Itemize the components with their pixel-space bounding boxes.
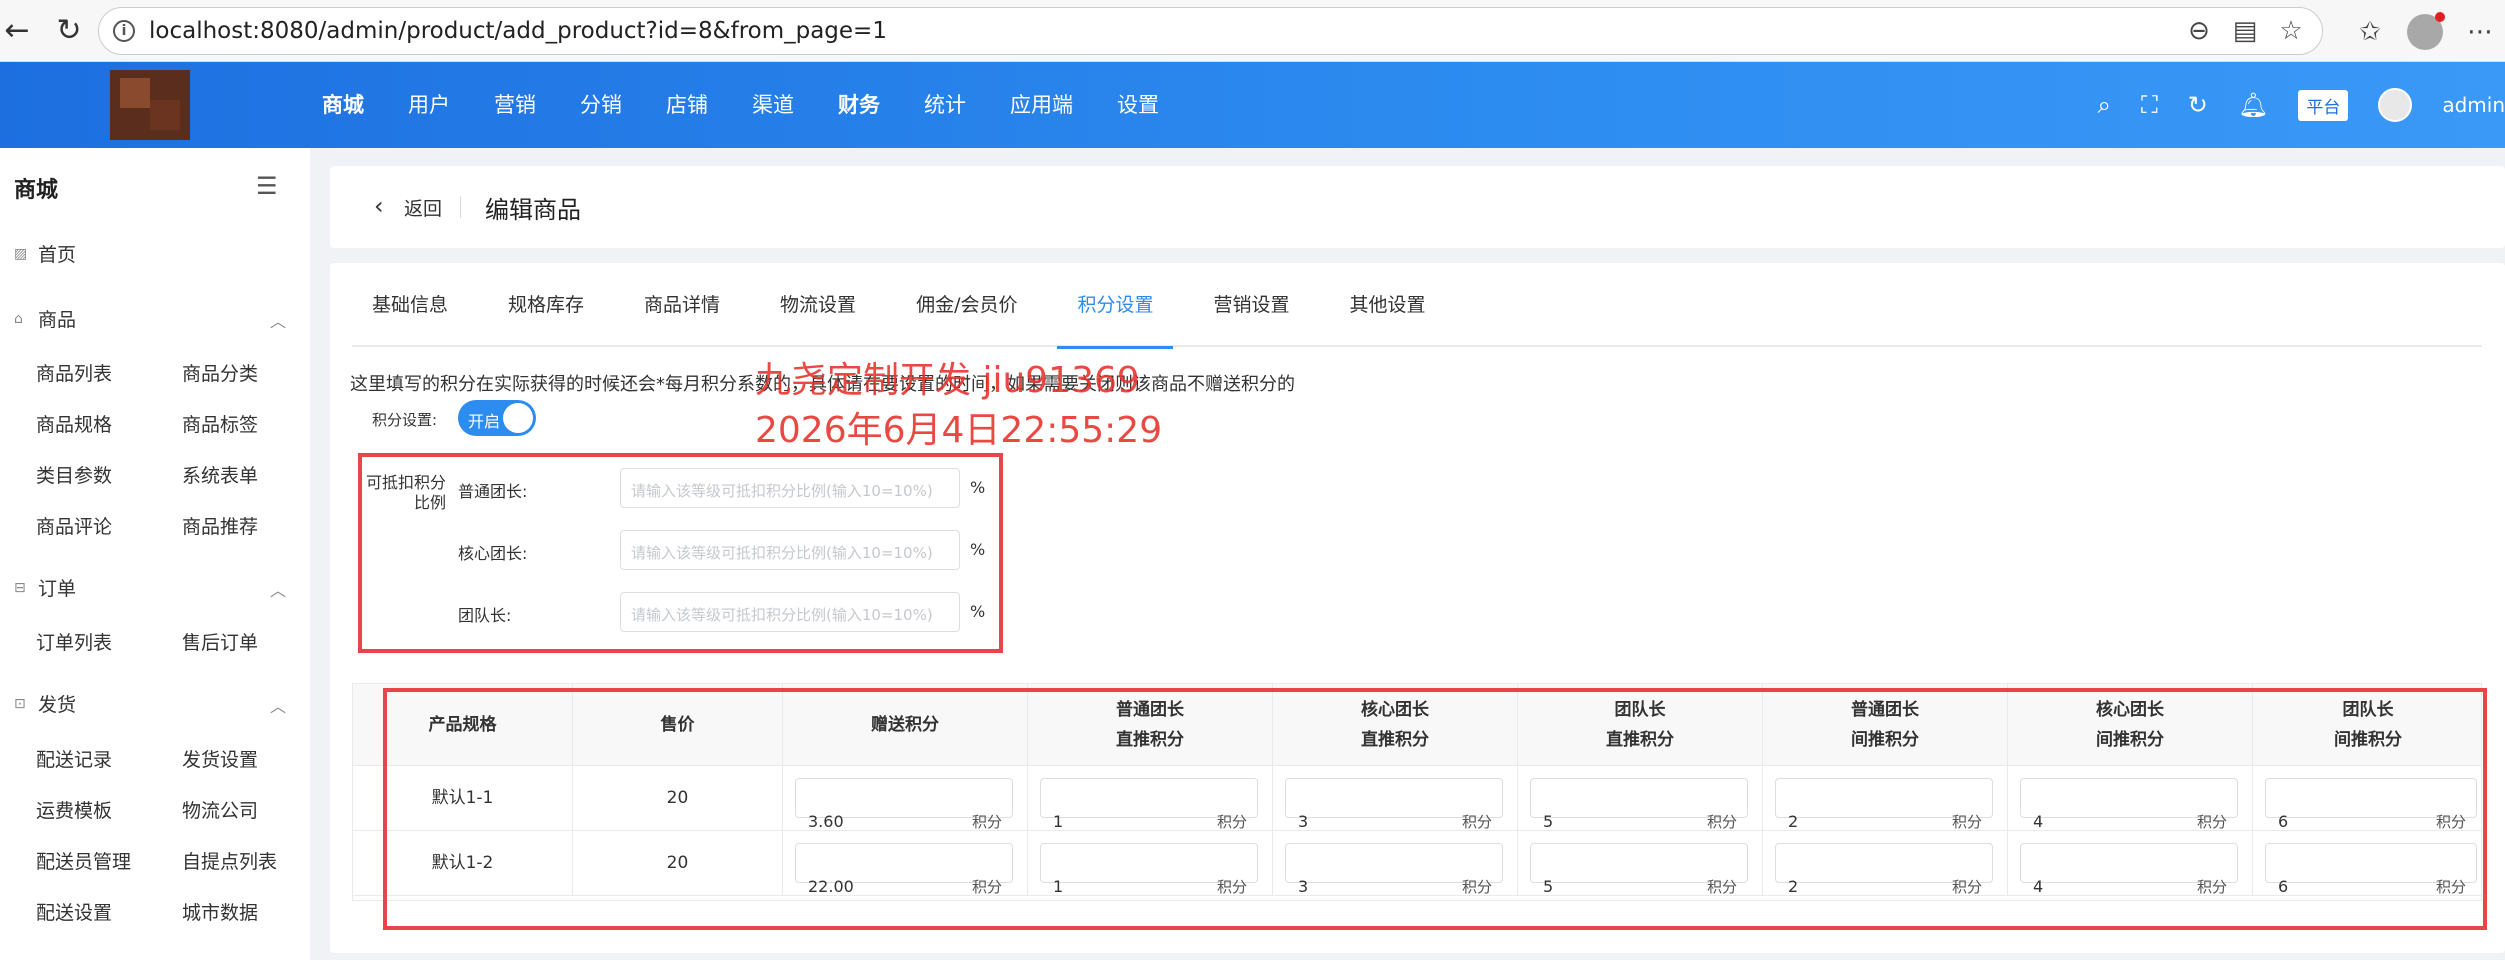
sidebar-group-product[interactable]: ⌂ 商品 (14, 305, 76, 332)
toggle-knob (503, 403, 533, 433)
fullscreen-icon[interactable]: ⛶ (2141, 91, 2158, 119)
nav-apps[interactable]: 应用端 (1010, 62, 1073, 148)
reload-icon[interactable]: ↻ (52, 14, 86, 48)
favorites-icon[interactable]: ✩ (2355, 17, 2385, 47)
home-icon: ▨ (14, 245, 28, 262)
nav-settings[interactable]: 设置 (1117, 62, 1159, 148)
sidebar-item-delivery-settings[interactable]: 配送设置 (36, 898, 112, 925)
points-switch-label: 积分设置: (372, 411, 438, 429)
chevron-up-icon[interactable]: ︿ (270, 308, 286, 332)
more-icon[interactable]: ⋯ (2465, 17, 2495, 47)
sidebar-group-label: 发货 (38, 694, 77, 716)
sidebar-group-shipping[interactable]: ⊡ 发货 (14, 690, 76, 717)
divider (460, 196, 461, 218)
sidebar-item-city-data[interactable]: 城市数据 (182, 898, 258, 925)
tab-points[interactable]: 积分设置 (1057, 263, 1174, 349)
tab-logistics[interactable]: 物流设置 (760, 263, 876, 347)
watermark-line2: 2026年6月4日22:55:29 (755, 410, 1163, 451)
sidebar-item-delivery-records[interactable]: 配送记录 (36, 745, 112, 772)
chevron-up-icon[interactable]: ︿ (270, 577, 286, 601)
sidebar-item-product-list[interactable]: 商品列表 (36, 359, 112, 386)
nav-mall[interactable]: 商城 (322, 62, 364, 148)
sidebar-group-label: 订单 (38, 578, 77, 600)
back-arrow-icon[interactable]: ← (0, 14, 34, 48)
edit-form-card: 基础信息 规格库存 商品详情 物流设置 佣金/会员价 积分设置 营销设置 其他设… (330, 263, 2505, 953)
tab-spec-stock[interactable]: 规格库存 (488, 263, 604, 347)
page-title: 编辑商品 (485, 196, 581, 224)
tab-marketing[interactable]: 营销设置 (1193, 263, 1309, 347)
collapse-menu-icon[interactable]: ☰ (256, 172, 278, 200)
refresh-icon[interactable]: ↻ (2188, 91, 2208, 119)
admin-name[interactable]: admin (2442, 93, 2505, 117)
watermark-line1: 九尧定制开发 jiu91369 (755, 360, 1140, 401)
nav-user[interactable]: 用户 (408, 62, 450, 148)
nav-stats[interactable]: 统计 (924, 62, 966, 148)
zoom-icon[interactable]: ⊖ (2184, 16, 2214, 46)
sidebar-group-order[interactable]: ⊟ 订单 (14, 574, 76, 601)
toggle-text: 开启 (468, 412, 501, 431)
sidebar-item-product-spec[interactable]: 商品规格 (36, 410, 112, 437)
bell-icon[interactable]: 🔔︎ (2238, 91, 2268, 119)
platform-badge[interactable]: 平台 (2298, 89, 2349, 121)
nav-store[interactable]: 店铺 (666, 62, 708, 148)
sidebar-item-category-params[interactable]: 类目参数 (36, 461, 112, 488)
tab-commission[interactable]: 佣金/会员价 (896, 263, 1037, 347)
tab-bar: 基础信息 规格库存 商品详情 物流设置 佣金/会员价 积分设置 营销设置 其他设… (352, 263, 2482, 349)
logo (110, 70, 190, 140)
points-toggle[interactable]: 开启 (458, 400, 536, 436)
annotation-box-table (383, 688, 2487, 930)
sidebar-item-aftersale[interactable]: 售后订单 (182, 628, 258, 655)
chevron-left-icon[interactable]: ‹ (374, 192, 384, 220)
truck-icon: ⊡ (14, 695, 26, 712)
star-icon[interactable]: ☆ (2276, 16, 2306, 46)
nav-marketing[interactable]: 营销 (494, 62, 536, 148)
sidebar-item-home[interactable]: ▨ 首页 (14, 240, 76, 267)
sidebar-item-order-list[interactable]: 订单列表 (36, 628, 112, 655)
title-bar: ‹ 返回 编辑商品 (330, 166, 2505, 248)
profile-icon[interactable] (2407, 12, 2445, 50)
sidebar-item-freight-template[interactable]: 运费模板 (36, 796, 112, 823)
sidebar-item-shipping-settings[interactable]: 发货设置 (182, 745, 258, 772)
sidebar: 商城 ☰ ▨ 首页 ⌂ 商品 ︿ 商品列表 商品分类 商品规格 商品标签 类目参… (0, 148, 310, 960)
main-content: ‹ 返回 编辑商品 基础信息 规格库存 商品详情 物流设置 佣金/会员价 积分设… (330, 148, 2505, 960)
product-icon: ⌂ (14, 310, 23, 327)
reader-icon[interactable]: ▤ (2230, 16, 2260, 46)
url-text: localhost:8080/admin/product/add_product… (149, 18, 887, 44)
nav-channel[interactable]: 渠道 (752, 62, 794, 148)
address-bar[interactable]: i localhost:8080/admin/product/add_produ… (98, 7, 2323, 55)
tab-basic-info[interactable]: 基础信息 (352, 263, 468, 347)
sidebar-item-label: 首页 (38, 244, 77, 266)
sidebar-item-product-category[interactable]: 商品分类 (182, 359, 258, 386)
back-button[interactable]: 返回 (404, 194, 442, 221)
nav-finance[interactable]: 财务 (838, 62, 880, 148)
nav-distribution[interactable]: 分销 (580, 62, 622, 148)
browser-toolbar: ← ↻ i localhost:8080/admin/product/add_p… (0, 0, 2505, 62)
user-avatar[interactable] (2378, 88, 2413, 122)
sidebar-item-product-reviews[interactable]: 商品评论 (36, 512, 112, 539)
top-nav: 商城 用户 营销 分销 店铺 渠道 财务 统计 应用端 设置 (322, 62, 1203, 148)
sidebar-group-label: 商品 (38, 309, 77, 331)
info-icon[interactable]: i (113, 20, 135, 42)
sidebar-item-courier-management[interactable]: 配送员管理 (36, 847, 131, 874)
cart-icon: ⊟ (14, 579, 26, 596)
sidebar-item-system-form[interactable]: 系统表单 (182, 461, 258, 488)
sidebar-title: 商城 (14, 178, 59, 203)
chevron-up-icon[interactable]: ︿ (270, 693, 286, 717)
annotation-box-ratio (358, 453, 1003, 653)
sidebar-item-product-tag[interactable]: 商品标签 (182, 410, 258, 437)
tab-product-detail[interactable]: 商品详情 (624, 263, 740, 347)
sidebar-item-logistics-company[interactable]: 物流公司 (182, 796, 258, 823)
search-icon[interactable]: ⌕ (2097, 91, 2110, 119)
tab-other[interactable]: 其他设置 (1330, 263, 1446, 347)
app-header: 商城 用户 营销 分销 店铺 渠道 财务 统计 应用端 设置 ⌕ ⛶ ↻ 🔔︎ … (0, 62, 2505, 148)
sidebar-item-pickup-points[interactable]: 自提点列表 (182, 847, 277, 874)
sidebar-item-product-recommend[interactable]: 商品推荐 (182, 512, 258, 539)
